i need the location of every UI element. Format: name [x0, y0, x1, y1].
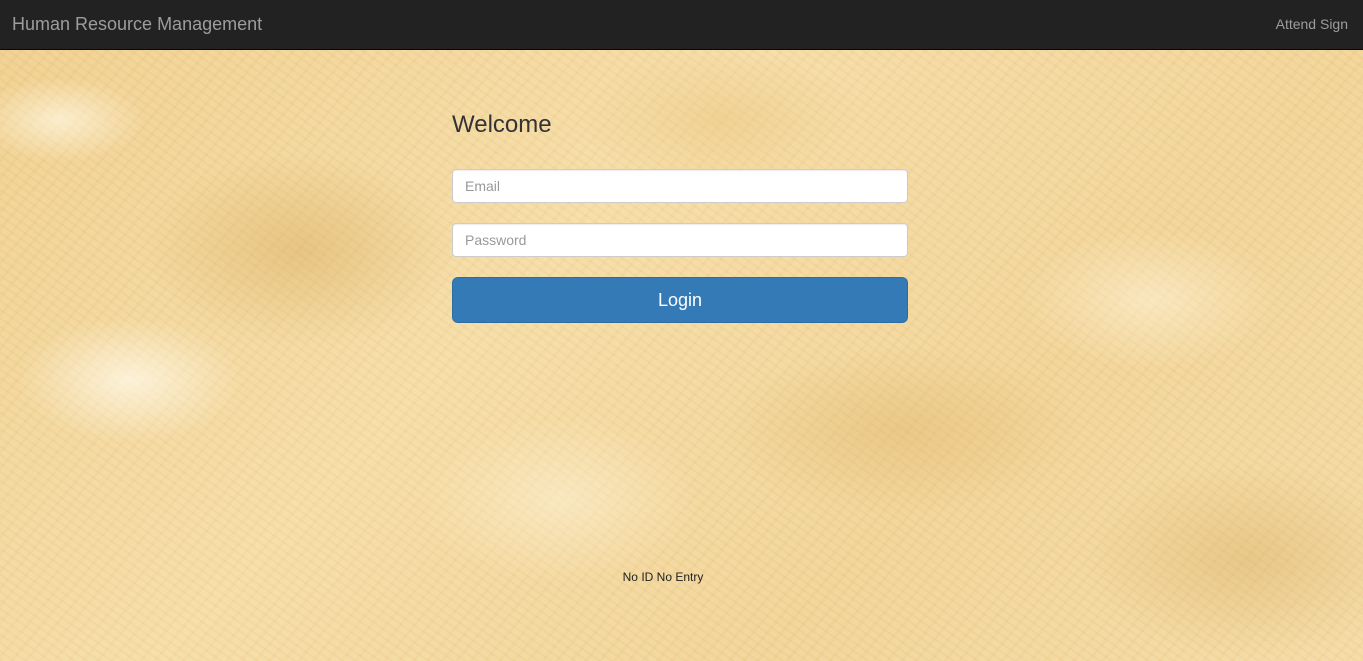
- email-field[interactable]: [452, 169, 908, 203]
- login-panel: Welcome Login: [452, 110, 908, 323]
- top-navbar: Human Resource Management Attend Sign: [0, 0, 1363, 50]
- login-button[interactable]: Login: [452, 277, 908, 323]
- attend-sign-link[interactable]: Attend Sign: [1276, 16, 1348, 33]
- footer-note: No ID No Entry: [622, 570, 704, 584]
- navbar-brand-link[interactable]: Human Resource Management: [12, 14, 262, 34]
- welcome-heading: Welcome: [452, 111, 552, 138]
- password-field[interactable]: [452, 223, 908, 257]
